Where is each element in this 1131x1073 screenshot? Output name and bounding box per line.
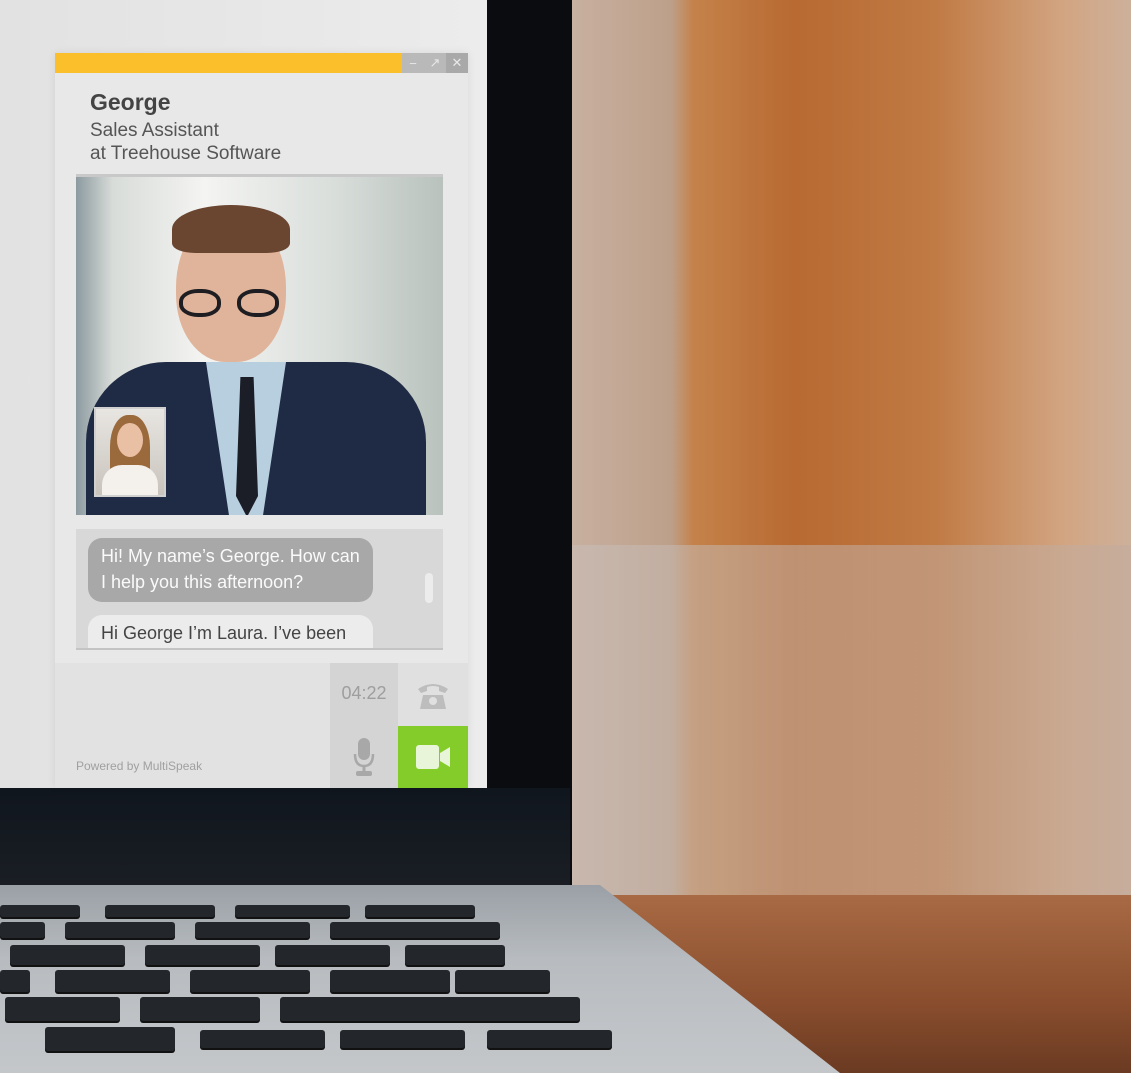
key [55, 970, 170, 992]
self-video-preview[interactable] [94, 407, 166, 497]
agent-role: Sales Assistant at Treehouse Software [90, 119, 281, 165]
call-timer: 04:22 [341, 683, 387, 703]
microphone-icon [353, 738, 375, 776]
expand-icon: ↗ [429, 55, 441, 70]
key [145, 945, 260, 965]
video-camera-icon [416, 745, 450, 769]
close-button[interactable]: ✕ [446, 53, 468, 73]
timer-column: 04:22 [330, 663, 398, 788]
user-shirt [102, 465, 158, 495]
chat-message-user: Hi George I’m Laura. I’ve been [88, 615, 373, 648]
key [5, 997, 120, 1021]
key [330, 922, 500, 938]
key [340, 1030, 465, 1048]
video-chat-widget: − ↗ ✕ George Sales Assistant at Treehous… [55, 53, 468, 788]
minimize-button[interactable]: − [402, 53, 424, 73]
keyboard [0, 900, 620, 1051]
key [200, 1030, 325, 1048]
key [105, 905, 215, 917]
key [487, 1030, 612, 1048]
chat-log[interactable]: Hi! My name’s George. How can I help you… [76, 529, 443, 650]
remote-video-feed [76, 174, 443, 515]
key [0, 922, 45, 938]
expand-button[interactable]: ↗ [424, 53, 446, 73]
key [365, 905, 475, 917]
call-controls-footer: Powered by MultiSpeak 04:22 [55, 663, 468, 788]
close-icon: ✕ [451, 55, 463, 70]
window-controls: − ↗ ✕ [402, 53, 468, 73]
key [190, 970, 310, 992]
voice-call-button[interactable] [398, 663, 468, 726]
key [65, 922, 175, 938]
mute-button[interactable] [330, 726, 398, 788]
agent-name: George [90, 89, 171, 115]
key [330, 970, 450, 992]
video-call-button[interactable] [398, 726, 468, 788]
key [195, 922, 310, 938]
key [140, 997, 260, 1021]
key [10, 945, 125, 965]
key [0, 970, 30, 992]
bezel-reflection [0, 788, 570, 888]
key [45, 1027, 175, 1051]
user-face [117, 423, 143, 457]
agent-title: Sales Assistant [90, 120, 219, 141]
widget-titlebar[interactable]: − ↗ ✕ [55, 53, 468, 73]
powered-by-label: Powered by MultiSpeak [76, 759, 203, 773]
key [280, 997, 580, 1021]
key [275, 945, 390, 965]
key [0, 905, 80, 917]
agent-company: at Treehouse Software [90, 143, 282, 164]
phone-icon [418, 683, 448, 709]
chat-message-agent: Hi! My name’s George. How can I help you… [88, 538, 373, 602]
agent-hair [172, 205, 290, 253]
agent-glasses [179, 289, 283, 319]
background-glass [570, 545, 1131, 905]
minimize-icon: − [409, 55, 417, 71]
key [235, 905, 350, 917]
key [405, 945, 505, 965]
chat-scrollbar[interactable] [425, 573, 433, 603]
key [455, 970, 550, 992]
